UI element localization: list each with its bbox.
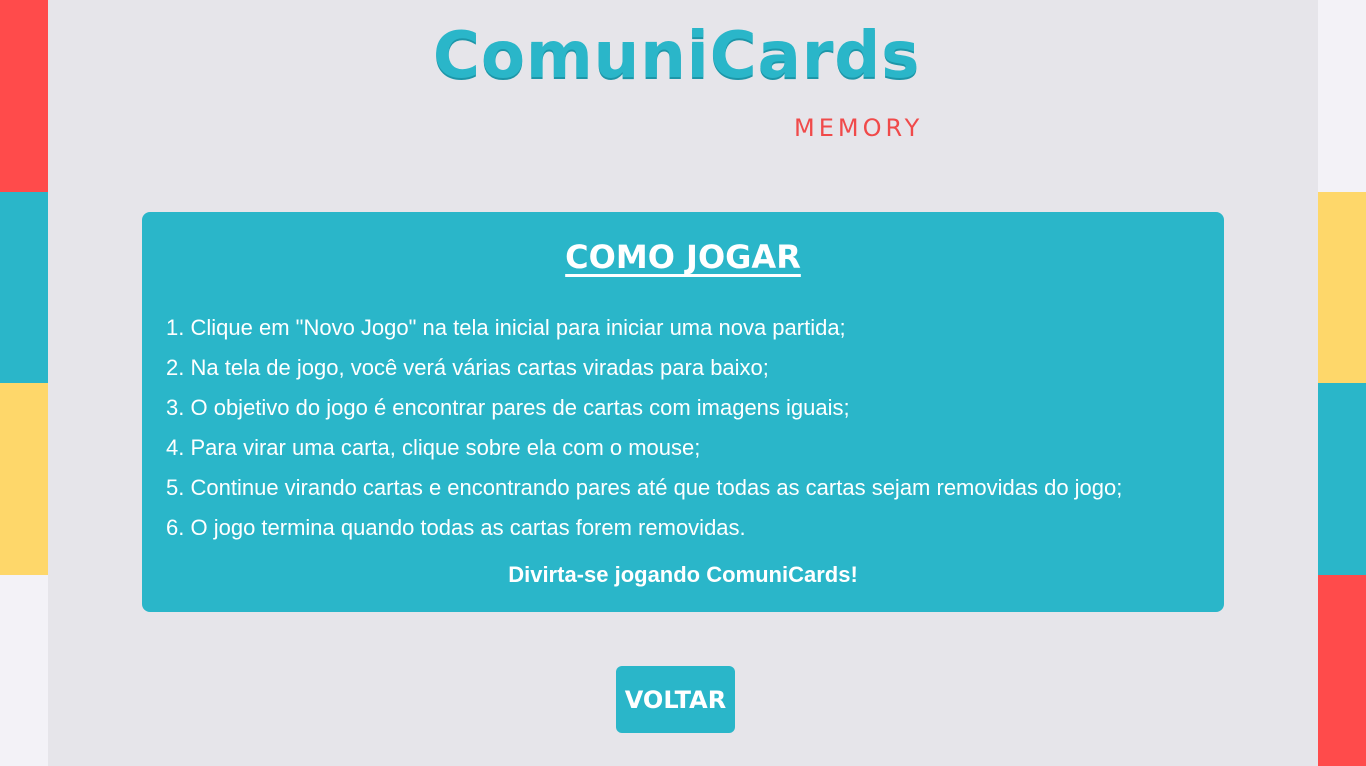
page: ComuniCards MEMORY COMO JOGAR 1. Clique …: [0, 0, 1366, 766]
step-number: 3.: [166, 395, 185, 420]
stripe: [0, 574, 48, 766]
how-to-play-panel: COMO JOGAR 1. Clique em "Novo Jogo" na t…: [142, 212, 1224, 612]
instruction-step: 2. Na tela de jogo, você verá várias car…: [166, 348, 1122, 388]
left-color-strip: [0, 0, 48, 766]
instruction-step: 6. O jogo termina quando todas as cartas…: [166, 508, 1122, 548]
step-text: Clique em "Novo Jogo" na tela inicial pa…: [190, 315, 846, 340]
back-button[interactable]: VOLTAR: [616, 666, 735, 733]
logo-title: ComuniCards: [433, 19, 921, 93]
panel-title: COMO JOGAR: [565, 238, 801, 276]
step-number: 5.: [166, 475, 185, 500]
stripe: [1318, 574, 1366, 766]
step-number: 6.: [166, 515, 185, 540]
logo-subtitle: MEMORY: [794, 114, 924, 142]
step-number: 2.: [166, 355, 185, 380]
main-content: ComuniCards MEMORY COMO JOGAR 1. Clique …: [48, 0, 1318, 766]
step-number: 1.: [166, 315, 185, 340]
stripe: [0, 0, 48, 192]
instruction-step: 3. O objetivo do jogo é encontrar pares …: [166, 388, 1122, 428]
step-text: O objetivo do jogo é encontrar pares de …: [190, 395, 850, 420]
step-text: Continue virando cartas e encontrando pa…: [190, 475, 1123, 500]
instruction-step: 4. Para virar uma carta, clique sobre el…: [166, 428, 1122, 468]
instructions-list: 1. Clique em "Novo Jogo" na tela inicial…: [166, 308, 1122, 548]
panel-footer-message: Divirta-se jogando ComuniCards!: [508, 562, 858, 587]
right-color-strip: [1318, 0, 1366, 766]
stripe: [0, 191, 48, 383]
stripe: [0, 383, 48, 575]
stripe: [1318, 191, 1366, 383]
step-text: O jogo termina quando todas as cartas fo…: [190, 515, 746, 540]
instruction-step: 5. Continue virando cartas e encontrando…: [166, 468, 1122, 508]
step-text: Para virar uma carta, clique sobre ela c…: [190, 435, 701, 460]
instruction-step: 1. Clique em "Novo Jogo" na tela inicial…: [166, 308, 1122, 348]
step-number: 4.: [166, 435, 185, 460]
step-text: Na tela de jogo, você verá várias cartas…: [190, 355, 769, 380]
stripe: [1318, 383, 1366, 575]
game-logo: ComuniCards MEMORY: [48, 20, 1318, 150]
stripe: [1318, 0, 1366, 192]
